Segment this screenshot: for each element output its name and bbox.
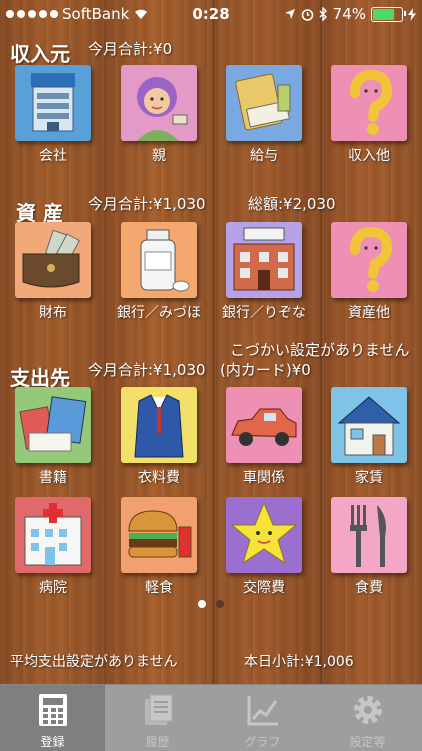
tile-label-rent: 家賃	[355, 470, 383, 486]
star-icon	[230, 501, 298, 565]
question-mark-icon	[350, 69, 393, 135]
page-indicator-inactive[interactable]	[216, 600, 224, 608]
tab-register[interactable]: 登録	[0, 685, 105, 751]
tile-rent[interactable]	[331, 387, 407, 463]
books-icon	[19, 396, 87, 452]
wallet-icon	[22, 229, 81, 288]
hospital-icon	[24, 503, 82, 566]
charging-icon	[408, 7, 416, 21]
suit-icon	[134, 394, 184, 458]
tab-bar: 登録 履歴 グラフ 設定等	[0, 684, 422, 751]
tile-label-other-assets: 資産他	[348, 305, 390, 321]
assets-grand-total: 総額:¥2,030	[248, 195, 336, 213]
tile-clothing[interactable]	[121, 387, 197, 463]
tile-social[interactable]	[226, 497, 302, 573]
alarm-icon	[301, 8, 313, 21]
average-spending-notice: 平均支出設定がありません	[10, 654, 178, 670]
assets-monthly-total: 今月合計:¥1,030	[88, 195, 206, 213]
tile-books[interactable]	[15, 387, 91, 463]
tile-label-car: 車関係	[243, 470, 285, 486]
tile-label-bank-rizona: 銀行／りぞな	[222, 305, 306, 321]
tab-settings-label: 設定等	[349, 735, 386, 749]
company-building-icon	[31, 73, 75, 132]
income-monthly-total: 今月合計:¥0	[88, 40, 173, 58]
tile-parent[interactable]	[121, 65, 197, 141]
tile-label-clothing: 衣料費	[138, 470, 180, 486]
battery-percent: 74%	[332, 5, 366, 23]
status-bar: SoftBank 0:28 74%	[0, 0, 422, 30]
burger-icon	[128, 510, 192, 558]
tab-history[interactable]: 履歴	[105, 685, 210, 751]
tile-bank-rizona[interactable]	[226, 222, 302, 298]
tab-graph-label: グラフ	[244, 735, 281, 749]
drug-bottle-icon	[140, 229, 190, 292]
tile-car[interactable]	[226, 387, 302, 463]
tile-label-parent: 親	[152, 148, 166, 164]
page-indicator-active[interactable]	[198, 600, 206, 608]
question-mark-icon	[350, 226, 393, 292]
gear-icon	[354, 696, 382, 724]
tab-settings[interactable]: 設定等	[315, 685, 422, 751]
tile-label-wallet: 財布	[39, 305, 67, 321]
status-right: 74%	[284, 5, 416, 23]
tile-label-books: 書籍	[39, 470, 67, 486]
income-section-title: 収入元	[10, 42, 70, 66]
tile-label-hospital: 病院	[39, 580, 67, 596]
mother-icon	[137, 77, 188, 141]
tile-food[interactable]	[331, 497, 407, 573]
tile-label-snack: 軽食	[145, 580, 173, 596]
pay-envelope-icon	[235, 73, 291, 131]
house-icon	[337, 396, 401, 456]
tile-bank-mizuho[interactable]	[121, 222, 197, 298]
expenses-monthly-total: 今月合計:¥1,030	[88, 361, 206, 379]
calculator-icon	[39, 694, 67, 726]
tile-label-bank-mizuho: 銀行／みづほ	[117, 305, 201, 321]
tile-wallet[interactable]	[15, 222, 91, 298]
tile-label-company: 会社	[39, 148, 67, 164]
tile-company[interactable]	[15, 65, 91, 141]
expenses-card-total: (内カード)¥0	[220, 361, 311, 379]
tile-other-assets[interactable]	[331, 222, 407, 298]
bank-icon	[233, 227, 295, 291]
chart-icon	[247, 696, 278, 726]
tile-other-income[interactable]	[331, 65, 407, 141]
allowance-notice: こづかい設定がありません	[230, 341, 410, 359]
bluetooth-icon	[319, 7, 327, 21]
today-subtotal: 本日小計:¥1,006	[244, 654, 354, 670]
tab-register-label: 登録	[40, 735, 65, 749]
tab-history-label: 履歴	[145, 735, 170, 749]
tile-label-social: 交際費	[243, 580, 285, 596]
car-icon	[231, 408, 297, 446]
tile-salary[interactable]	[226, 65, 302, 141]
location-icon	[284, 9, 295, 19]
tile-label-food: 食費	[355, 580, 383, 596]
history-icon	[145, 694, 173, 725]
tile-snack[interactable]	[121, 497, 197, 573]
tile-label-other-income: 収入他	[348, 148, 390, 164]
battery-icon	[371, 6, 406, 22]
tile-label-salary: 給与	[250, 148, 278, 164]
tab-graph[interactable]: グラフ	[210, 685, 315, 751]
tile-hospital[interactable]	[15, 497, 91, 573]
fork-knife-icon	[350, 505, 386, 567]
